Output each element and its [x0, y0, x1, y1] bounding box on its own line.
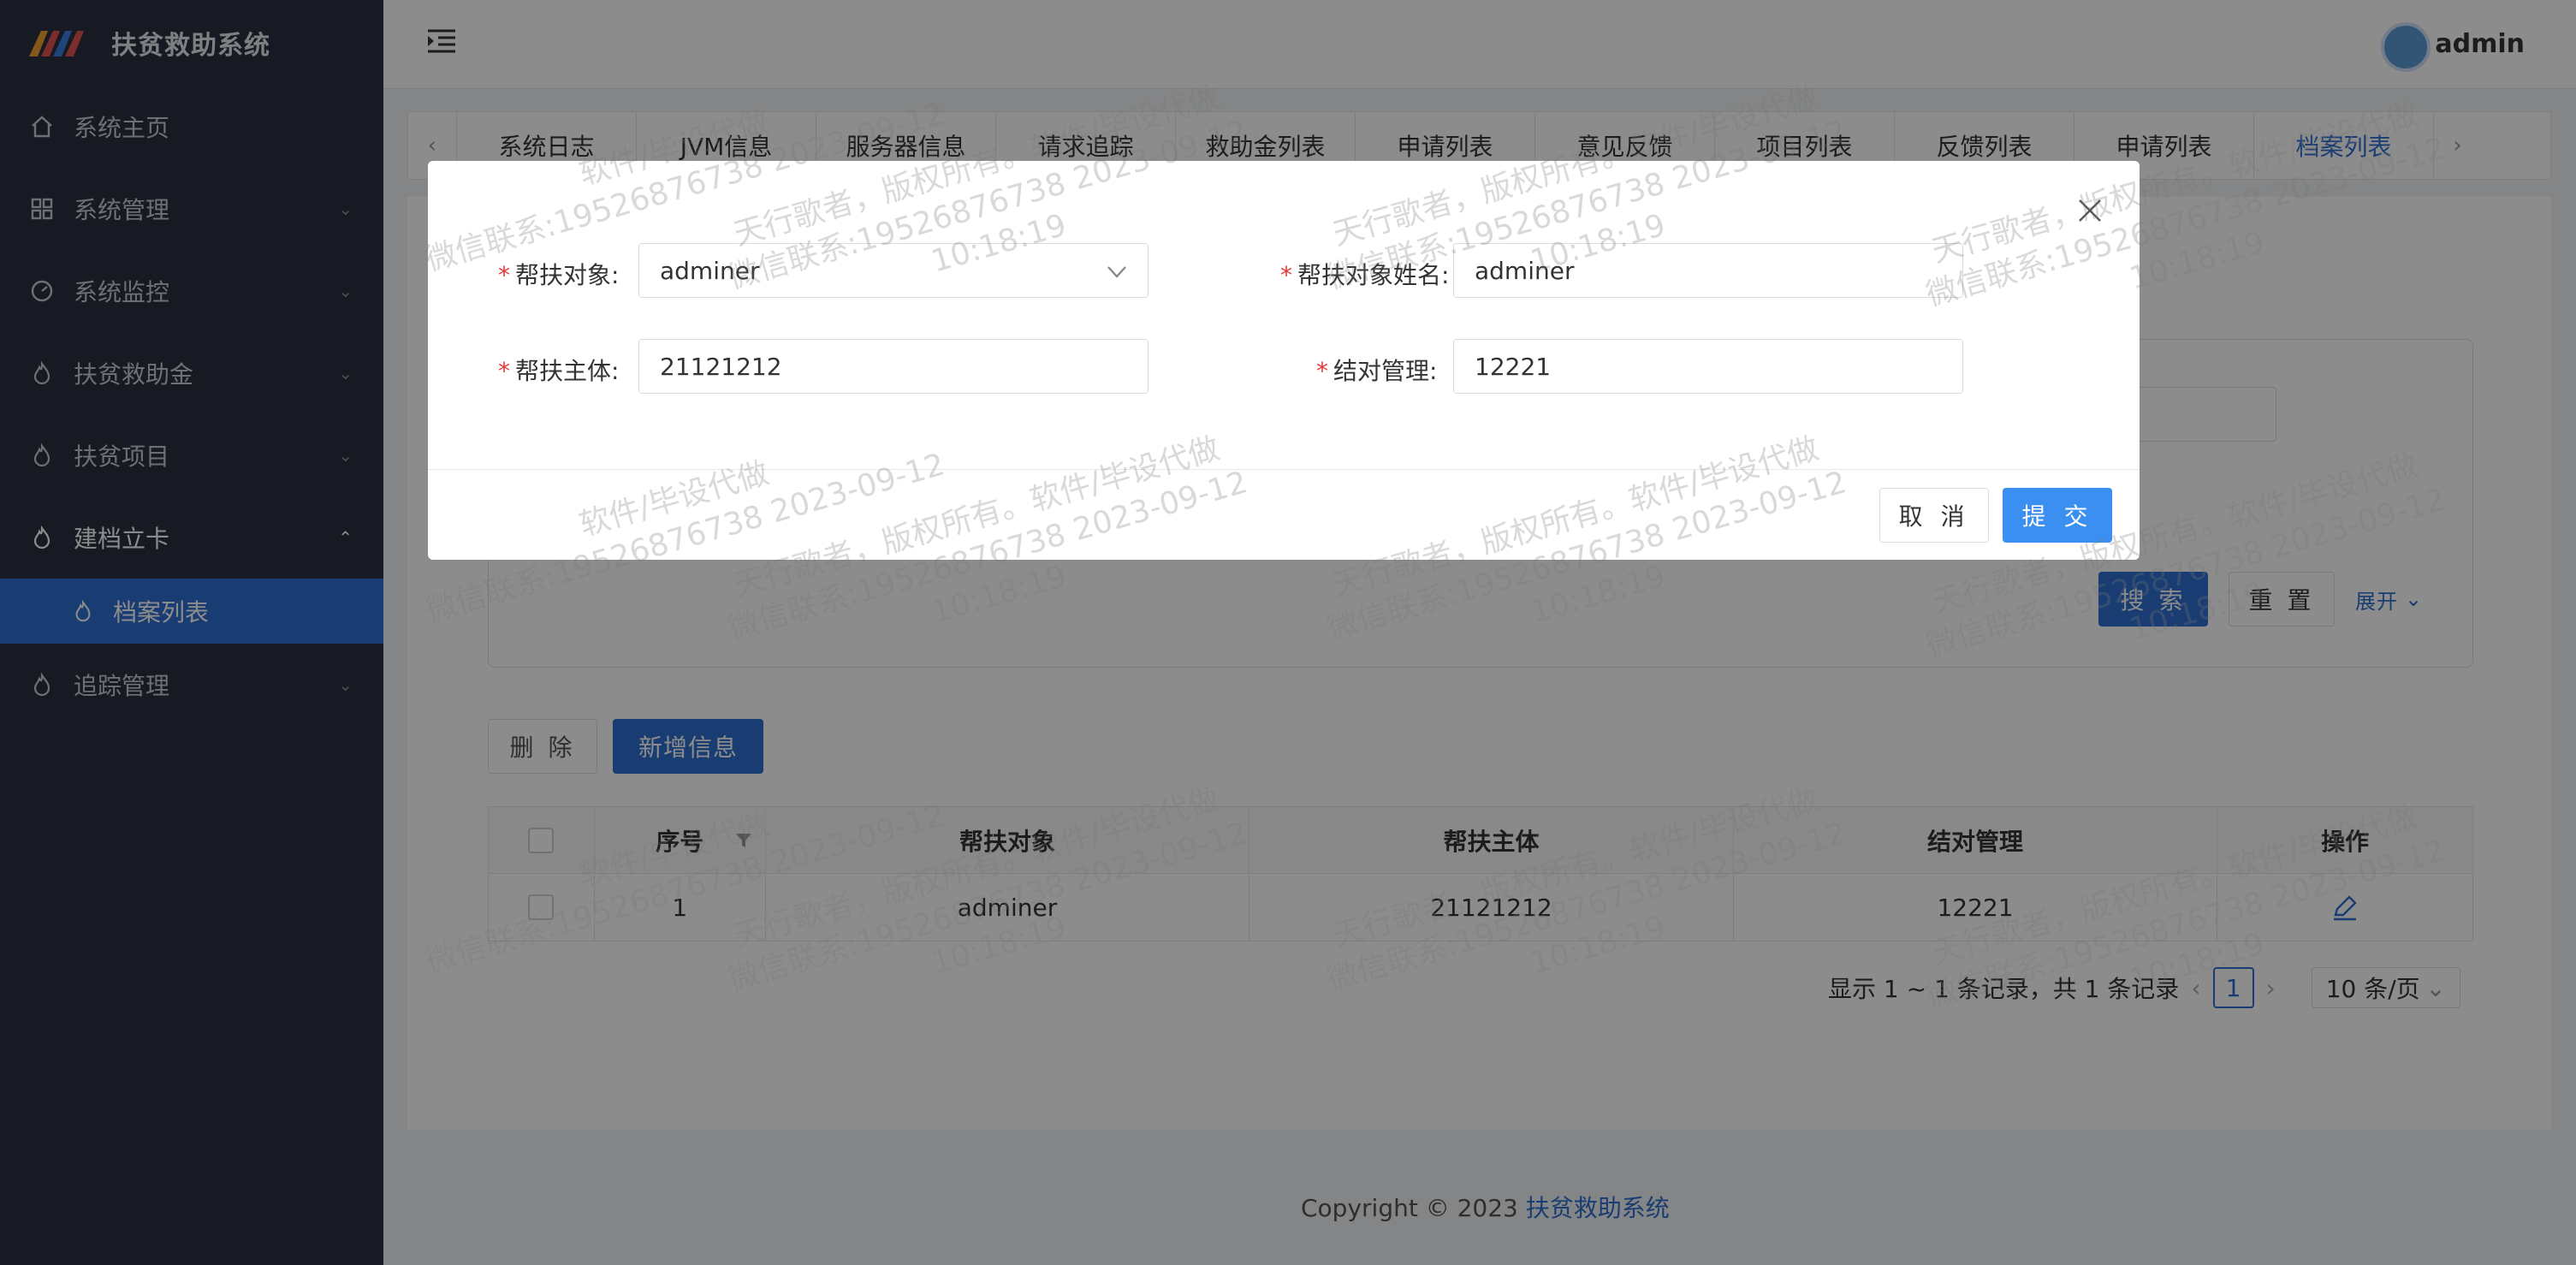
- edit-modal: * 帮扶对象: adminer * 帮扶对象姓名: adminer * 帮扶主体: 2…: [428, 161, 2140, 560]
- object-label: 帮扶对象:: [515, 261, 620, 289]
- field-object: * 帮扶对象:: [498, 261, 620, 289]
- submit-button[interactable]: 提 交: [2003, 488, 2112, 543]
- chevron-down-icon: [1107, 266, 1126, 278]
- subject-label: 帮扶主体:: [515, 357, 620, 385]
- subject-input[interactable]: 21121212: [638, 339, 1149, 394]
- field-subject: * 帮扶主体:: [498, 357, 620, 385]
- pair-label: 结对管理:: [1333, 357, 1438, 385]
- object-select[interactable]: adminer: [638, 243, 1149, 298]
- cancel-button[interactable]: 取 消: [1879, 488, 1989, 543]
- pair-input[interactable]: 12221: [1453, 339, 1963, 394]
- object-name-label: 帮扶对象姓名:: [1297, 261, 1450, 289]
- object-name-input[interactable]: adminer: [1453, 243, 1963, 298]
- field-pair: * 结对管理:: [1316, 357, 1438, 385]
- modal-divider: [428, 469, 2140, 470]
- field-object-name: * 帮扶对象姓名:: [1280, 261, 1450, 289]
- close-icon[interactable]: [2076, 197, 2104, 224]
